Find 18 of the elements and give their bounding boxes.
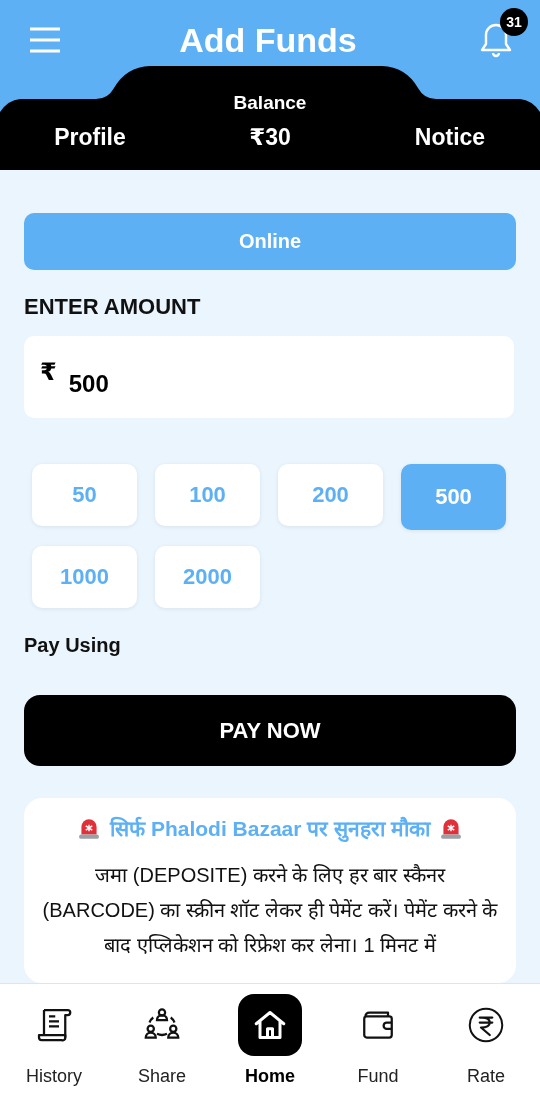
profile-link[interactable]: Profile [54, 124, 126, 151]
balance-amount: ₹30 [249, 124, 291, 151]
nav-item[interactable]: Fund [324, 994, 432, 1104]
pay-now-button[interactable]: PAY NOW [24, 695, 516, 766]
page-title: Add Funds [179, 20, 357, 60]
notice-text: जमा (DEPOSITE) करने के लिए हर बार स्कैनर (BARCODE) का स्क्रीन शॉट लेकर ही पेमेंट करें। पेमेंट करने के बाद एप्लिकेशन को रिफ्रेश कर लेना। 1 मिनट में [41, 863, 499, 958]
pay-using-label: Pay Using [24, 634, 122, 658]
notice-link[interactable]: Notice [414, 124, 486, 151]
amount-label: ENTER AMOUNT [24, 293, 202, 320]
balance-label: Balance [233, 92, 307, 113]
nav-item[interactable]: Share [108, 994, 216, 1104]
rupee-icon [466, 1005, 506, 1045]
nav-item[interactable]: Home [216, 994, 324, 1104]
notification-badge: 31 [500, 8, 528, 36]
nav-item[interactable]: Rate [432, 994, 540, 1104]
notice-title: सिर्फ Phalodi Bazaar पर सुनहरा मौका [110, 815, 430, 842]
amount-field[interactable]: ₹ 500 [24, 335, 514, 419]
nav-item[interactable]: History [0, 994, 108, 1104]
